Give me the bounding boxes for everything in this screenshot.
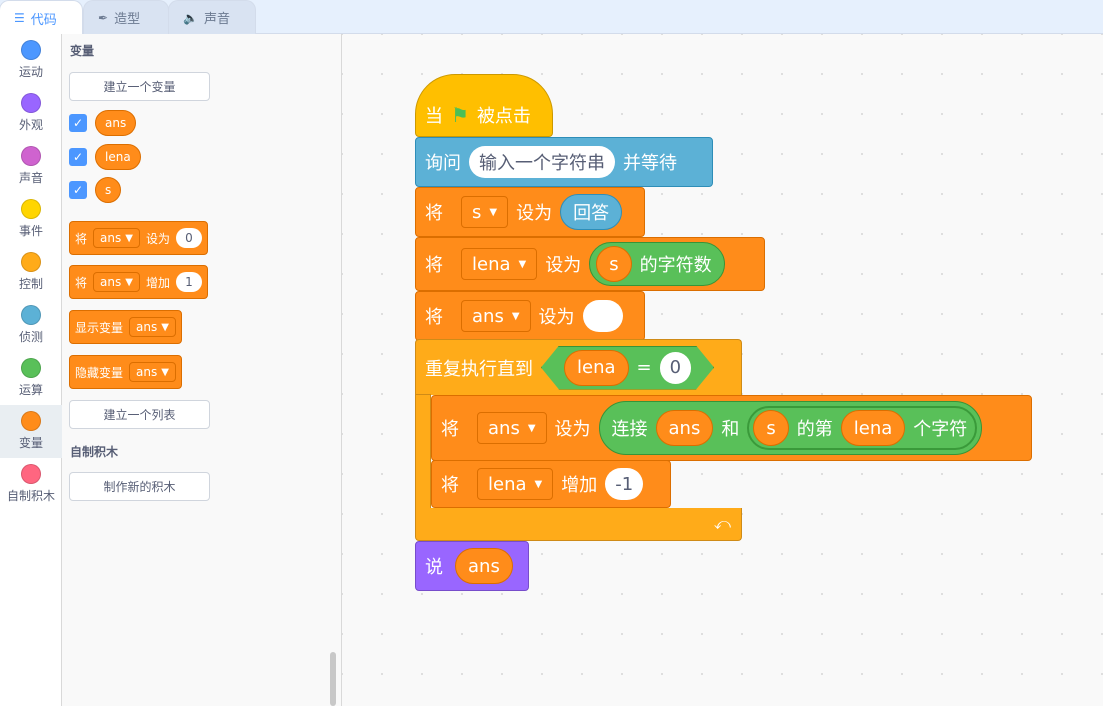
motion-dot-icon (21, 40, 41, 60)
palette-hide-variable-block[interactable]: 隐藏变量 ans ▼ (69, 355, 182, 389)
change-lena-block[interactable]: 将 lena ▼ 增加 -1 (431, 460, 671, 508)
variable-dropdown-lena[interactable]: lena ▼ (461, 248, 538, 280)
section-title-variables: 变量 (70, 44, 95, 58)
set-ans-join-block[interactable]: 将 ans ▼ 设为 连接 ans 和 s 的第 lena 个字符 (431, 395, 1032, 461)
sound-dot-icon (21, 146, 41, 166)
variable-reporter-ans[interactable]: ans (95, 110, 137, 136)
looks-dot-icon (21, 93, 41, 113)
variables-dot-icon (21, 411, 41, 431)
length-of-operator[interactable]: s 的字符数 (589, 242, 725, 286)
caret-down-icon: ▼ (125, 232, 133, 244)
make-block-button[interactable]: 制作新的积木 (69, 472, 210, 501)
value-input[interactable]: 0 (175, 228, 202, 248)
category-myblocks[interactable]: 自制积木 (0, 458, 62, 511)
repeat-until-block[interactable]: 重复执行直到 lena = 0 (415, 339, 742, 395)
caret-down-icon: ▼ (161, 366, 169, 378)
variable-dropdown[interactable]: ans ▼ (93, 272, 140, 292)
variable-reporter-lena[interactable]: lena (840, 410, 906, 446)
make-variable-button[interactable]: 建立一个变量 (69, 72, 210, 101)
variable-reporter-s[interactable]: s (95, 177, 122, 203)
tab-code[interactable]: ☰ 代码 (0, 0, 83, 35)
join-operator[interactable]: 连接 ans 和 s 的第 lena 个字符 (598, 401, 983, 455)
variable-dropdown[interactable]: ans ▼ (129, 317, 176, 337)
variable-dropdown[interactable]: ans ▼ (129, 362, 176, 382)
caret-down-icon: ▼ (534, 478, 543, 490)
caret-down-icon: ▼ (161, 321, 169, 333)
code-icon: ☰ (14, 11, 25, 25)
control-dot-icon (21, 252, 41, 272)
caret-down-icon: ▼ (518, 258, 527, 270)
ask-and-wait-block[interactable]: 询问 输入一个字符串 并等待 (415, 137, 713, 187)
operators-dot-icon (21, 358, 41, 378)
set-lena-block[interactable]: 将 lena ▼ 设为 s 的字符数 (415, 237, 765, 291)
category-variables[interactable]: 变量 (0, 405, 62, 458)
value-input[interactable] (582, 300, 623, 332)
variable-reporter-s[interactable]: s (753, 410, 789, 446)
palette-set-block[interactable]: 将 ans ▼ 设为 0 (69, 221, 208, 255)
category-looks[interactable]: 外观 (0, 87, 62, 140)
block-palette: 变量 建立一个变量 ✓ ans ✓ lena ✓ s 将 ans ▼ 设为 0 将… (62, 34, 342, 706)
variable-dropdown-lena[interactable]: lena ▼ (477, 468, 554, 500)
set-s-block[interactable]: 将 s ▼ 设为 回答 (415, 187, 645, 237)
brush-icon: ✒ (98, 10, 109, 25)
caret-down-icon: ▼ (527, 422, 536, 434)
repeat-arrow-icon: ⤺ (713, 514, 731, 533)
repeat-arm (415, 394, 431, 514)
caret-down-icon: ▼ (125, 276, 133, 288)
value-input[interactable]: -1 (605, 468, 644, 500)
category-sound[interactable]: 声音 (0, 140, 62, 193)
checkbox-lena[interactable]: ✓ (69, 148, 87, 166)
question-input[interactable]: 输入一个字符串 (469, 146, 615, 178)
myblocks-dot-icon (21, 464, 41, 484)
variable-dropdown[interactable]: ans ▼ (93, 228, 140, 248)
variable-reporter-ans[interactable]: ans (655, 410, 714, 446)
events-dot-icon (21, 199, 41, 219)
variable-reporter-s[interactable]: s (596, 246, 632, 282)
checkbox-ans[interactable]: ✓ (69, 114, 87, 132)
section-title-myblocks: 自制积木 (70, 445, 119, 459)
palette-change-block[interactable]: 将 ans ▼ 增加 1 (69, 265, 208, 299)
value-input[interactable]: 1 (175, 272, 202, 292)
category-control[interactable]: 控制 (0, 246, 62, 299)
variable-dropdown-ans[interactable]: ans ▼ (477, 412, 547, 444)
editor-tabs: ☰ 代码 ✒ 造型 🔈 声音 (0, 0, 1103, 35)
letter-of-operator[interactable]: s 的第 lena 个字符 (747, 406, 978, 450)
make-list-button[interactable]: 建立一个列表 (69, 400, 210, 429)
palette-show-variable-block[interactable]: 显示变量 ans ▼ (69, 310, 182, 344)
sensing-dot-icon (21, 305, 41, 325)
scratch-editor: ☰ 代码 ✒ 造型 🔈 声音 运动 外观 声音 事件 控制 侦测 运算 变量 自… (0, 0, 1103, 706)
category-menu: 运动 外观 声音 事件 控制 侦测 运算 变量 自制积木 (0, 34, 62, 706)
value-input[interactable]: 0 (660, 352, 691, 384)
palette-scrollbar[interactable] (330, 652, 336, 706)
category-events[interactable]: 事件 (0, 193, 62, 246)
caret-down-icon: ▼ (511, 310, 520, 322)
category-sensing[interactable]: 侦测 (0, 299, 62, 352)
variable-reporter-lena[interactable]: lena (95, 144, 141, 170)
answer-reporter[interactable]: 回答 (560, 194, 623, 230)
tab-costumes[interactable]: ✒ 造型 (83, 0, 169, 34)
caret-down-icon: ▼ (489, 206, 498, 218)
repeat-footer: ⤺ (415, 508, 742, 541)
checkbox-s[interactable]: ✓ (69, 181, 87, 199)
variable-reporter-lena[interactable]: lena (564, 350, 629, 386)
tab-sounds[interactable]: 🔈 声音 (168, 0, 256, 34)
category-operators[interactable]: 运算 (0, 352, 62, 405)
variable-dropdown-s[interactable]: s ▼ (461, 196, 509, 228)
variable-dropdown-ans[interactable]: ans ▼ (461, 300, 531, 332)
set-ans-block[interactable]: 将 ans ▼ 设为 (415, 291, 645, 341)
variable-reporter-ans[interactable]: ans (455, 548, 513, 584)
green-flag-icon: ⚑ (451, 102, 469, 127)
when-flag-clicked-block[interactable]: 当 ⚑ 被点击 (415, 74, 553, 137)
equals-operator[interactable]: lena = 0 (541, 346, 714, 390)
speaker-icon: 🔈 (183, 10, 198, 25)
script-workspace[interactable]: 当 ⚑ 被点击 询问 输入一个字符串 并等待 将 s ▼ 设为 回答 将 lena… (342, 34, 1103, 706)
say-block[interactable]: 说 ans (415, 541, 529, 591)
category-motion[interactable]: 运动 (0, 34, 62, 87)
